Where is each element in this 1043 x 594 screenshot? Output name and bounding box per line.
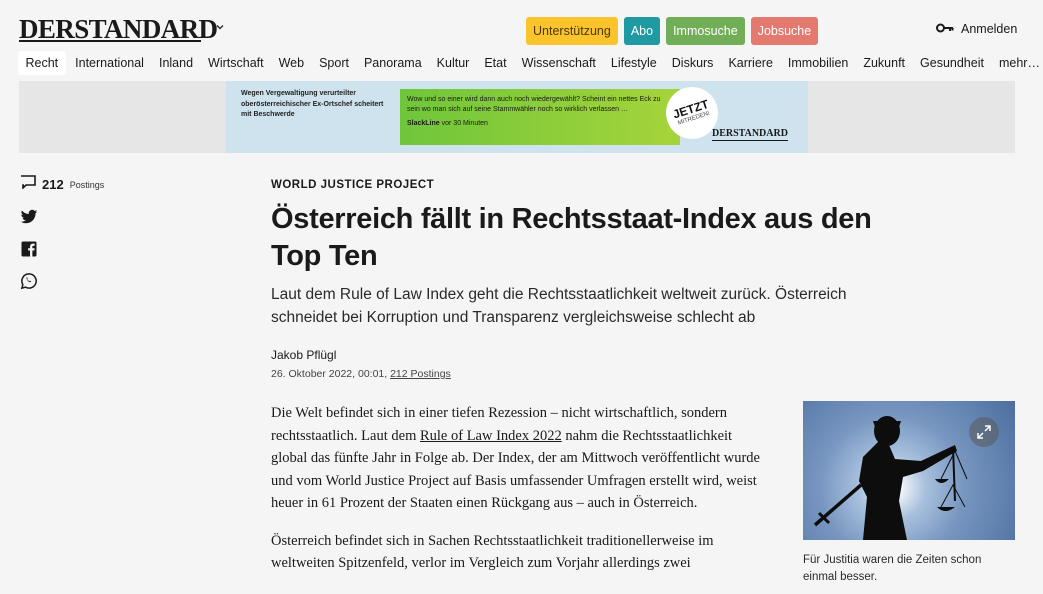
nav-item-mehr[interactable]: mehr… <box>991 51 1043 75</box>
article-headline: Österreich fällt in Rechtsstaat-Index au… <box>271 203 872 272</box>
postings-counter[interactable]: 212 Postings <box>20 175 104 194</box>
nav-item-inland[interactable]: Inland <box>151 51 200 75</box>
twitter-icon[interactable] <box>20 208 38 226</box>
login-button[interactable]: Anmelden <box>936 22 1017 36</box>
banner-article-title[interactable]: Wegen Vergewaltigung verurteilter oberös… <box>241 89 391 121</box>
nav-item-zukunft[interactable]: Zukunft <box>856 51 913 75</box>
article-paragraph: Die Welt befindet sich in einer tiefen R… <box>271 405 760 511</box>
whatsapp-icon[interactable] <box>20 272 38 290</box>
nav-item-recht[interactable]: Recht <box>18 51 66 75</box>
article-kicker: WORLD JUSTICE PROJECT <box>271 179 435 191</box>
nav-item-sport[interactable]: Sport <box>312 51 357 75</box>
social-column: 212 Postings <box>20 175 104 290</box>
article-image[interactable] <box>803 401 1015 540</box>
nav-item-gesundheit[interactable]: Gesundheit <box>913 51 992 75</box>
community-banner[interactable]: Wegen Vergewaltigung verurteilter oberös… <box>226 80 808 153</box>
article-paragraph: Österreich befindet sich in Sachen Recht… <box>271 532 714 572</box>
nav-item-diskurs[interactable]: Diskurs <box>664 51 721 75</box>
nav-item-panorama[interactable]: Panorama <box>356 51 429 75</box>
section-nav: Recht International Inland Wirtschaft We… <box>18 51 1043 75</box>
logo-underline <box>19 40 201 42</box>
nav-item-immobilien[interactable]: Immobilien <box>780 51 855 75</box>
nav-item-lifestyle[interactable]: Lifestyle <box>603 51 664 75</box>
article-dateline: 26. Oktober 2022, 00:01, 212 Postings <box>271 368 451 380</box>
banner-posting-text: Wow und so einer wird dann auch noch wie… <box>407 96 661 113</box>
nav-item-karriere[interactable]: Karriere <box>721 51 780 75</box>
nav-item-kultur[interactable]: Kultur <box>429 51 477 75</box>
nav-item-web[interactable]: Web <box>271 51 311 75</box>
postings-label: Postings <box>69 179 105 190</box>
jobsuche-button[interactable]: Jobsuche <box>750 17 819 45</box>
nav-item-etat[interactable]: Etat <box>477 51 514 75</box>
comment-icon <box>20 175 36 194</box>
chevron-down-icon[interactable] <box>215 20 225 35</box>
banner-posting[interactable]: Wow und so einer wird dann auch noch wie… <box>400 89 680 145</box>
key-icon <box>936 22 954 36</box>
facebook-icon[interactable] <box>20 240 38 258</box>
article-body: Die Welt befindet sich in einer tiefen R… <box>271 402 771 590</box>
nav-item-international[interactable]: International <box>68 51 152 75</box>
article-author[interactable]: Jakob Pflügl <box>271 348 336 362</box>
immosuche-button[interactable]: Immosuche <box>666 17 745 45</box>
banner-posting-source: SlackLine vor 30 Minuten <box>407 120 488 127</box>
article-date: 26. Oktober 2022, 00:01, <box>271 368 388 380</box>
expand-icon[interactable] <box>969 417 999 447</box>
header-pills: Unterstützung Abo Immosuche Jobsuche <box>526 17 819 45</box>
article-lead: Laut dem Rule of Law Index geht die Rech… <box>271 286 847 326</box>
abo-button[interactable]: Abo <box>623 17 661 45</box>
banner-logo: DERSTANDARD <box>712 128 788 141</box>
image-caption: Für Justitia waren die Zeiten schon einm… <box>803 554 982 583</box>
postings-count: 212 <box>42 177 64 192</box>
nav-item-wissenschaft[interactable]: Wissenschaft <box>514 51 603 75</box>
postings-link[interactable]: 212 Postings <box>390 368 451 380</box>
login-label: Anmelden <box>961 22 1018 36</box>
nav-item-wirtschaft[interactable]: Wirtschaft <box>201 51 272 75</box>
rule-of-law-index-link[interactable]: Rule of Law Index 2022 <box>420 428 562 444</box>
support-button[interactable]: Unterstützung <box>526 17 618 45</box>
